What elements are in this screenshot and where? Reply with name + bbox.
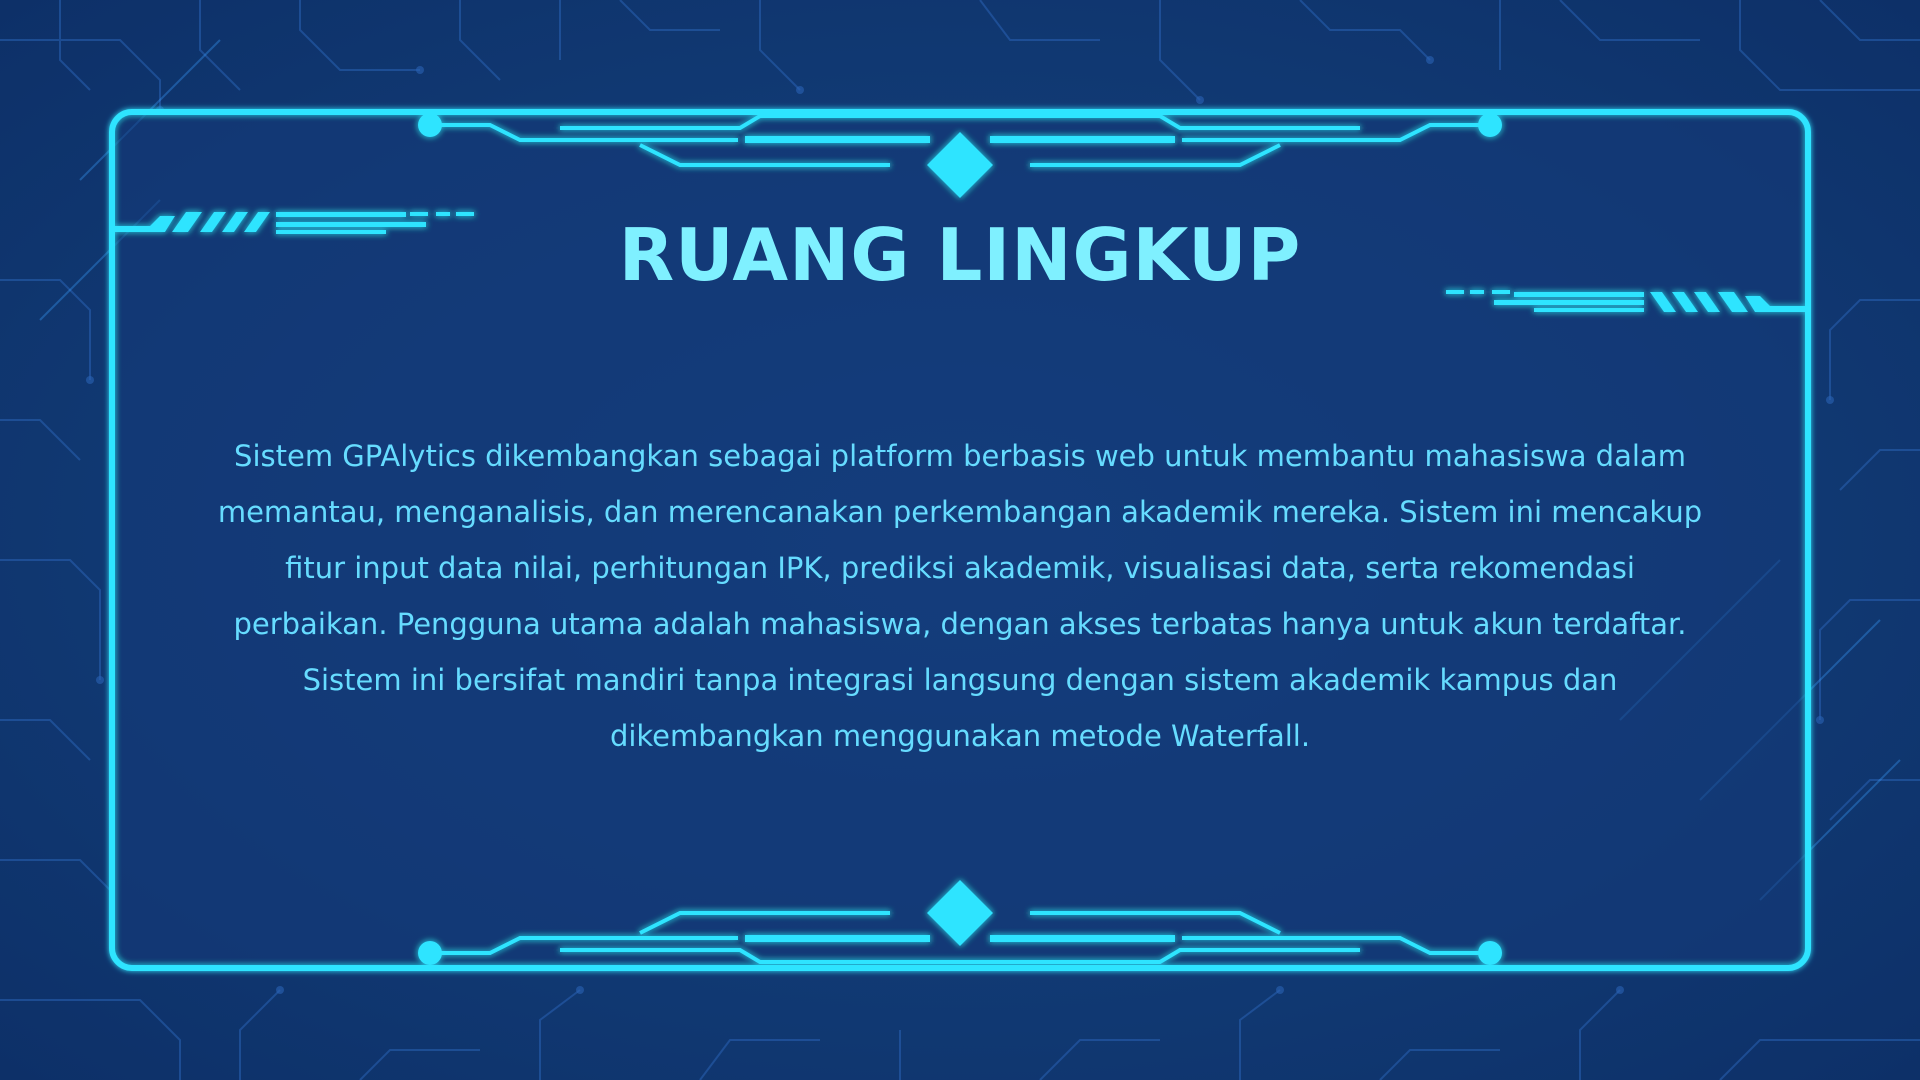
slide-title: RUANG LINGKUP xyxy=(618,213,1302,297)
bottom-right-dot xyxy=(1478,941,1502,965)
slide: RUANG LINGKUP Sistem GPAlytics dikembang… xyxy=(0,0,1920,1080)
bottom-left-dot xyxy=(418,941,442,965)
top-right-dot xyxy=(1478,113,1502,137)
scope-description: Sistem GPAlytics dikembangkan sebagai pl… xyxy=(217,439,1703,753)
top-left-dot xyxy=(418,113,442,137)
